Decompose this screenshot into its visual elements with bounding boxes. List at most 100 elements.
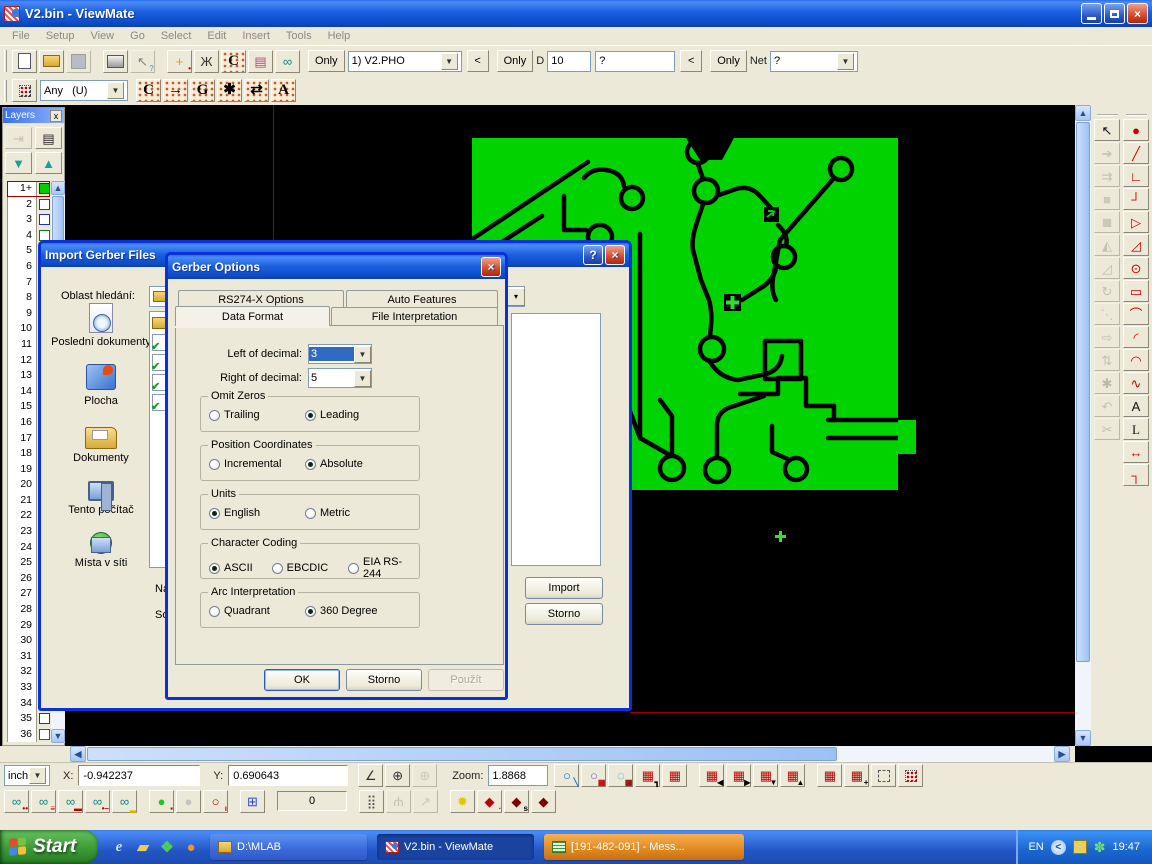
highlight-on-icon[interactable]: ●▪	[149, 790, 174, 813]
stretch-window-icon[interactable]	[871, 764, 896, 787]
zoom-window-icon[interactable]: ◌▦	[608, 764, 633, 787]
dialog-close-button[interactable]: ×	[605, 245, 625, 265]
tools-icon[interactable]: Ж	[194, 50, 219, 73]
task-message[interactable]: [191-482-091] - Mess...	[544, 834, 744, 860]
radio-ascii[interactable]: ASCII	[209, 562, 272, 574]
zoom-in-icon[interactable]: ○╲	[554, 764, 579, 787]
ie-icon[interactable]: e	[110, 838, 128, 856]
only-dcode-button[interactable]: Only	[497, 50, 534, 72]
radio-eia-rs-244[interactable]: EIA RS-244	[348, 556, 419, 580]
radio-button[interactable]	[209, 459, 220, 470]
unit-combo[interactable]: inch ▼	[4, 765, 50, 786]
move-layer-down-icon[interactable]: ▼	[5, 152, 32, 174]
menu-setup[interactable]: Setup	[38, 29, 83, 43]
previous-layer-button[interactable]: <	[467, 50, 489, 72]
dotted-pad-icon[interactable]	[898, 764, 923, 787]
chevron-down-icon[interactable]: ▼	[441, 53, 458, 70]
gerber-dialog-titlebar[interactable]: Gerber Options ×	[168, 255, 505, 279]
gerber-cancel-button[interactable]: Storno	[346, 669, 422, 691]
view-menu-button[interactable]: ▾	[507, 288, 525, 306]
pan-left-icon[interactable]: ▦◀	[699, 764, 724, 787]
pan-up-icon[interactable]: ▦▲	[780, 764, 805, 787]
film-colors-icon[interactable]: ▤	[248, 50, 273, 73]
place-my-computer[interactable]: Tento počítač	[49, 478, 153, 516]
grid-corner-icon[interactable]: ▦┓	[635, 764, 660, 787]
close-button[interactable]: ×	[1127, 3, 1148, 24]
place-recent-documents[interactable]: Poslední dokumenty	[49, 303, 153, 348]
place-desktop[interactable]: Plocha	[49, 362, 153, 407]
scroll-up-icon[interactable]: ▲	[51, 181, 65, 195]
tile-windows-icon[interactable]: ⊞	[240, 790, 265, 813]
dialog-help-button[interactable]: ?	[583, 245, 603, 265]
pan-down-icon[interactable]: ▦▼	[753, 764, 778, 787]
menu-view[interactable]: View	[82, 29, 122, 43]
radio-360-degree[interactable]: 360 Degree	[305, 605, 378, 617]
pad-fill-icon[interactable]: ◆∙	[477, 790, 502, 813]
menu-select[interactable]: Select	[153, 29, 200, 43]
left-of-decimal-combo[interactable]: 3 ▼	[308, 344, 372, 364]
chevron-down-icon[interactable]: ▼	[354, 346, 371, 363]
select-traverse-icon[interactable]: ⇄	[244, 79, 269, 102]
radio-metric[interactable]: Metric	[305, 507, 350, 519]
layer-color-swatch[interactable]	[39, 183, 50, 194]
apply-button[interactable]: Použít	[428, 669, 504, 691]
draw-line-icon[interactable]: ╱	[1123, 142, 1149, 164]
minimize-button[interactable]	[1081, 3, 1102, 24]
draw-corner-icon[interactable]: ┐	[1123, 464, 1149, 486]
ok-button[interactable]: OK	[264, 669, 340, 691]
pan-right-icon[interactable]: ▦▶	[726, 764, 751, 787]
dcode-film-icon[interactable]: C	[221, 50, 246, 73]
layer-row-2[interactable]: 2	[7, 197, 50, 213]
layer-row-1+[interactable]: 1+	[7, 181, 50, 197]
restore-button[interactable]	[1104, 3, 1125, 24]
draw-arc-pie-icon[interactable]: ▷	[1123, 211, 1149, 233]
radio-button-selected[interactable]	[305, 459, 316, 470]
firefox-icon[interactable]: ●	[182, 838, 200, 856]
place-documents[interactable]: Dokumenty	[49, 421, 153, 464]
menu-help[interactable]: Help	[320, 29, 359, 43]
tab-data-format[interactable]: Data Format	[175, 306, 330, 326]
radio-button-selected[interactable]	[209, 563, 220, 574]
tab-file-interpretation[interactable]: File Interpretation	[331, 307, 498, 325]
scroll-up-icon[interactable]: ▲	[1075, 105, 1091, 121]
draw-arc-cw-icon[interactable]: ◠	[1123, 349, 1149, 371]
draw-curve-icon[interactable]: ∿	[1123, 372, 1149, 394]
only-net-button[interactable]: Only	[710, 50, 747, 72]
selection-pattern-icon[interactable]	[12, 79, 37, 102]
task-viewmate[interactable]: V2.bin - ViewMate	[377, 834, 534, 860]
layers-close-icon[interactable]: x	[50, 110, 62, 122]
language-indicator[interactable]: EN	[1028, 841, 1043, 853]
draw-polyline-icon[interactable]: ∟	[1123, 165, 1149, 187]
tray-clipboard-icon[interactable]	[1073, 840, 1087, 854]
tray-green-icon[interactable]: ✽	[1094, 839, 1106, 856]
menu-go[interactable]: Go	[122, 29, 153, 43]
task-mlab-folder[interactable]: D:\MLAB	[210, 834, 367, 860]
radio-incremental[interactable]: Incremental	[209, 458, 305, 470]
zoom-grid-icon[interactable]: ○▦	[581, 764, 606, 787]
grid-toggle-icon[interactable]: ▦	[662, 764, 687, 787]
selection-filter-combo[interactable]: Any (U) ▼	[40, 80, 128, 101]
select-g-code-icon[interactable]: G	[190, 79, 215, 102]
chevron-down-icon[interactable]: ▼	[29, 767, 46, 784]
radio-button[interactable]	[348, 563, 359, 574]
only-layer-button[interactable]: Only	[308, 50, 345, 72]
highlight-outline-icon[interactable]: ○ı	[203, 790, 228, 813]
radio-ebcdic[interactable]: EBCDIC	[272, 562, 348, 574]
place-network[interactable]: Místa v síti	[49, 530, 153, 569]
layer-row-35[interactable]: 35	[7, 711, 50, 727]
layer-table-icon[interactable]: ▤	[35, 127, 62, 149]
menu-insert[interactable]: Insert	[234, 29, 278, 43]
select-cursor-icon[interactable]: ↖	[1094, 119, 1120, 141]
net-combo[interactable]: ? ▼	[770, 51, 858, 72]
grid-overlay-icon[interactable]: ▦+	[844, 764, 869, 787]
new-file-icon[interactable]	[12, 50, 37, 73]
chevron-down-icon[interactable]: ▼	[837, 53, 854, 70]
draw-circle-icon[interactable]: ⊙	[1123, 257, 1149, 279]
origin-crosshair-icon[interactable]: ⊕	[385, 764, 410, 787]
draw-rectangle-icon[interactable]: ▭	[1123, 280, 1149, 302]
import-button[interactable]: Import	[525, 577, 603, 599]
radio-button[interactable]	[305, 508, 316, 519]
print-icon[interactable]	[103, 50, 128, 73]
previous-dcode-button[interactable]: <	[680, 50, 702, 72]
draw-arc-ccw-icon[interactable]: ◜	[1123, 326, 1149, 348]
